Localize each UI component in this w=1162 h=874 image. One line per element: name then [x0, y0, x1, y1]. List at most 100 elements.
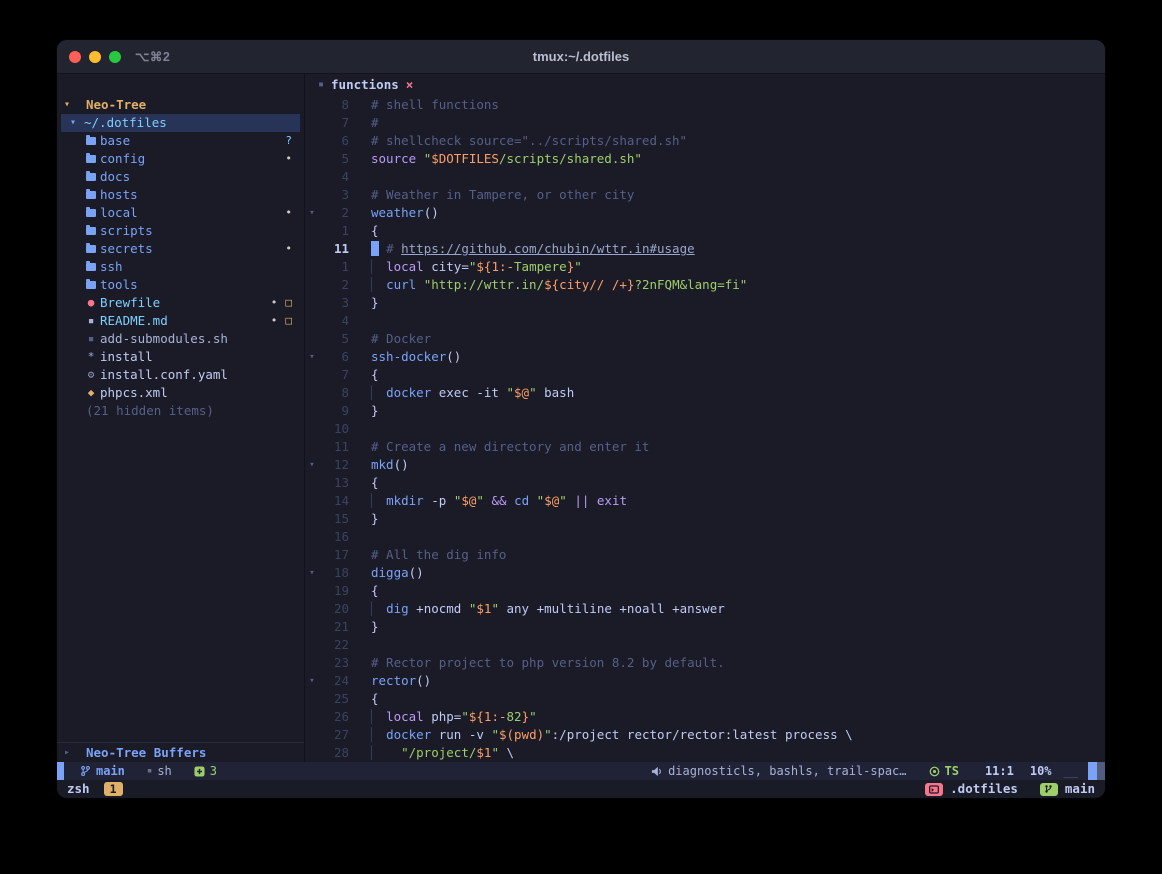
code-line[interactable]: 28▏ "/project/$1" \ [305, 744, 1105, 762]
code-line[interactable]: 16 [305, 528, 1105, 546]
code-line[interactable]: 21} [305, 618, 1105, 636]
code-line[interactable]: 3} [305, 294, 1105, 312]
code-area[interactable]: 8# shell functions7#6# shellcheck source… [305, 96, 1105, 762]
tmux-window-index-badge[interactable]: 1 [104, 782, 123, 796]
code-line[interactable]: 26▏ local php="${1:-82}" [305, 708, 1105, 726]
git-status-badge: • [271, 312, 278, 330]
fold-gutter [305, 384, 319, 402]
code-line-current[interactable]: 11 # https://github.com/chubin/wttr.in#u… [305, 240, 1105, 258]
line-number: 11 [319, 240, 349, 258]
code-line[interactable]: 5# Docker [305, 330, 1105, 348]
code-line[interactable]: 10 [305, 420, 1105, 438]
tree-root-item[interactable]: ▾ ~/.dotfiles [61, 114, 300, 132]
folder-icon [86, 263, 96, 271]
tree-item-scripts[interactable]: scripts [57, 222, 304, 240]
code-line[interactable]: ▾6ssh-docker() [305, 348, 1105, 366]
code-text: # Rector project to php version 8.2 by d… [349, 654, 725, 672]
code-line[interactable]: 14▏ mkdir -p "$@" && cd "$@" || exit [305, 492, 1105, 510]
code-line[interactable]: 7# [305, 114, 1105, 132]
tree-item-brewfile[interactable]: ●Brewfile•□ [57, 294, 304, 312]
code-line[interactable]: 11# Create a new directory and enter it [305, 438, 1105, 456]
code-line[interactable]: 13{ [305, 474, 1105, 492]
code-line[interactable]: 8▏ docker exec -it "$@" bash [305, 384, 1105, 402]
code-line[interactable]: 8# shell functions [305, 96, 1105, 114]
code-line[interactable]: 1{ [305, 222, 1105, 240]
tab-functions[interactable]: functions [331, 76, 399, 94]
code-token: } [371, 511, 379, 526]
code-line[interactable]: ▾18digga() [305, 564, 1105, 582]
code-text: mkd() [349, 456, 409, 474]
code-line[interactable]: 1▏ local city="${1:-Tampere}" [305, 258, 1105, 276]
tmux-window-name[interactable]: zsh [67, 780, 90, 798]
code-token: $1 [476, 745, 491, 760]
title-bar[interactable]: ⌥⌘2 tmux:~/.dotfiles [57, 40, 1105, 74]
tree-item-hosts[interactable]: hosts [57, 186, 304, 204]
tree-item-docs[interactable]: docs [57, 168, 304, 186]
code-line[interactable]: ▾2weather() [305, 204, 1105, 222]
tree-item-base[interactable]: base? [57, 132, 304, 150]
fold-chevron-icon[interactable]: ▾ [305, 456, 319, 474]
tree-item-config[interactable]: config• [57, 150, 304, 168]
tmux-right: .dotfiles main [925, 780, 1095, 798]
fold-chevron-icon[interactable]: ▾ [305, 564, 319, 582]
code-line[interactable]: ▾24rector() [305, 672, 1105, 690]
neo-tree-buffers-section[interactable]: ▸ Neo-Tree Buffers [57, 742, 304, 762]
folder-icon [86, 227, 96, 235]
code-line[interactable]: 17 # All the dig info [305, 546, 1105, 564]
code-line[interactable]: 19{ [305, 582, 1105, 600]
statusline-trail: __ [1064, 762, 1078, 780]
tree-item-local[interactable]: local• [57, 204, 304, 222]
code-line[interactable]: 20▏ dig +nocmd "$1" any +multiline +noal… [305, 600, 1105, 618]
close-buffer-icon[interactable]: × [406, 76, 414, 94]
tree-item-ssh[interactable]: ssh [57, 258, 304, 276]
code-line[interactable]: 2▏ curl "http://wttr.in/${city// /+}?2nF… [305, 276, 1105, 294]
fold-gutter [305, 294, 319, 312]
code-token: exec -it [431, 385, 506, 400]
fold-chevron-icon[interactable]: ▾ [305, 204, 319, 222]
code-line[interactable]: 7{ [305, 366, 1105, 384]
tree-item-secrets[interactable]: secrets• [57, 240, 304, 258]
code-text: rector() [349, 672, 431, 690]
code-line[interactable]: 27▏ docker run -v "$(pwd)":/project rect… [305, 726, 1105, 744]
code-line[interactable]: 22 [305, 636, 1105, 654]
code-line[interactable]: 15} [305, 510, 1105, 528]
tree-item-label: install.conf.yaml [100, 366, 228, 384]
code-token: " [506, 385, 514, 400]
tmux-session-name[interactable]: .dotfiles [950, 780, 1018, 798]
line-number: 26 [319, 708, 349, 726]
code-token: # All the dig info [371, 547, 506, 562]
code-line[interactable]: 3# Weather in Tampere, or other city [305, 186, 1105, 204]
code-line[interactable]: 23# Rector project to php version 8.2 by… [305, 654, 1105, 672]
git-status-badges: • [285, 240, 304, 258]
main-content: ▾ Neo-Tree ▾ ~/.dotfiles base?config•doc… [57, 74, 1105, 762]
code-line[interactable]: 4 [305, 312, 1105, 330]
fold-gutter [305, 330, 319, 348]
line-number: 17 [319, 546, 349, 564]
tree-item-tools[interactable]: tools [57, 276, 304, 294]
terminal-window: ⌥⌘2 tmux:~/.dotfiles ▾ Neo-Tree ▾ ~/.dot… [57, 40, 1105, 798]
code-line[interactable]: 4 [305, 168, 1105, 186]
code-token [507, 493, 515, 508]
tree-item-label: ssh [100, 258, 123, 276]
fold-chevron-icon[interactable]: ▾ [305, 672, 319, 690]
tree-item-install[interactable]: *install [57, 348, 304, 366]
code-line[interactable]: 25{ [305, 690, 1105, 708]
code-line[interactable]: 9} [305, 402, 1105, 420]
code-token: +nocmd [409, 601, 469, 616]
code-token: # shell functions [371, 97, 499, 112]
code-text [349, 528, 371, 546]
tree-item-label: scripts [100, 222, 153, 240]
tree-item-install-conf-yaml[interactable]: ⚙install.conf.yaml [57, 366, 304, 384]
code-token: # Rector project to php version 8.2 by d… [371, 655, 725, 670]
tree-item-add-submodules-sh[interactable]: ▪add-submodules.sh [57, 330, 304, 348]
git-status-badges: • [285, 204, 304, 222]
tree-item-readme-md[interactable]: ▪README.md•□ [57, 312, 304, 330]
code-line[interactable]: 6# shellcheck source="../scripts/shared.… [305, 132, 1105, 150]
code-line[interactable]: ▾12mkd() [305, 456, 1105, 474]
fold-chevron-icon[interactable]: ▾ [305, 348, 319, 366]
fold-gutter [305, 150, 319, 168]
tmux-branch-name[interactable]: main [1065, 780, 1095, 798]
code-line[interactable]: 5source "$DOTFILES/scripts/shared.sh" [305, 150, 1105, 168]
hidden-items-note: (21 hidden items) [57, 402, 304, 420]
tree-item-phpcs-xml[interactable]: ◆phpcs.xml [57, 384, 304, 402]
